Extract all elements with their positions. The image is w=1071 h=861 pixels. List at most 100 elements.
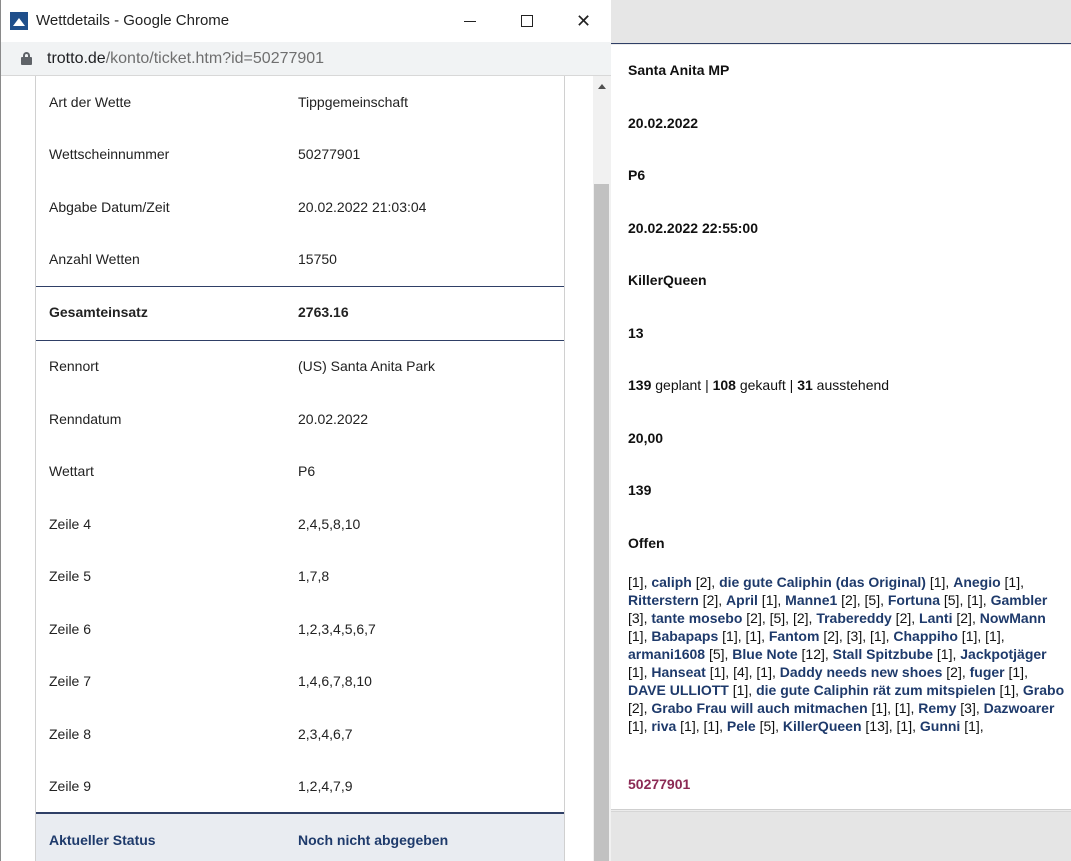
detail-row: Art der Wette Tippgemeinschaft: [36, 76, 564, 128]
bg-ticket-link[interactable]: 50277901: [628, 776, 690, 792]
member-name[interactable]: Remy: [918, 700, 956, 716]
scrollbar-thumb[interactable]: [594, 184, 609, 861]
url-host: trotto.de: [47, 50, 106, 67]
member-name[interactable]: Fortuna: [888, 592, 940, 608]
detail-value: 1,2,3,4,5,6,7: [298, 621, 376, 637]
member-name[interactable]: Pele: [727, 718, 756, 734]
section-divider: [36, 340, 564, 341]
member-name[interactable]: fuger: [970, 664, 1005, 680]
member-name[interactable]: Fantom: [769, 628, 820, 644]
status-row: Aktueller Status Noch nicht abgegeben: [36, 812, 564, 861]
detail-value: 2763.16: [298, 304, 349, 320]
member-name[interactable]: Babapaps: [651, 628, 718, 644]
detail-label: Zeile 5: [49, 568, 92, 584]
bg-share-count: 139: [628, 482, 652, 498]
member-share-count: [1], [1],: [676, 718, 727, 734]
member-share-count: [2], [5],: [837, 592, 888, 608]
member-name[interactable]: Anegio: [953, 574, 1000, 590]
detail-label: Zeile 9: [49, 778, 92, 794]
bg-date: 20.02.2022: [628, 115, 699, 131]
detail-label: Anzahl Wetten: [49, 251, 140, 267]
member-share-count: [1], [1],: [718, 628, 769, 644]
detail-row: Zeile 7 1,4,6,7,8,10: [36, 655, 564, 707]
member-share-count: [5], [1],: [939, 592, 991, 608]
detail-row: Gesamteinsatz 2763.16: [36, 286, 564, 338]
bg-shares-planned-label: geplant |: [655, 377, 709, 393]
detail-value: 20.02.2022: [298, 411, 369, 427]
member-name[interactable]: tante mosebo: [651, 610, 742, 626]
bg-participants: 13: [628, 325, 644, 341]
detail-label: Abgabe Datum/Zeit: [49, 199, 170, 215]
member-name[interactable]: die gute Caliphin (das Original): [719, 574, 926, 590]
maximize-button[interactable]: [504, 0, 549, 42]
detail-row: Zeile 5 1,7,8: [36, 550, 564, 602]
member-share-count: [5],: [755, 718, 783, 734]
member-name[interactable]: Jackpotjäger: [960, 646, 1046, 662]
member-name[interactable]: Blue Note: [732, 646, 797, 662]
member-name[interactable]: DAVE ULLIOTT: [628, 682, 729, 698]
member-name[interactable]: NowMann: [980, 610, 1046, 626]
close-icon: ✕: [575, 10, 592, 31]
member-name[interactable]: April: [726, 592, 758, 608]
detail-value: 1,2,4,7,9: [298, 778, 353, 794]
vertical-scrollbar[interactable]: [593, 76, 611, 861]
member-share-count: [1],: [960, 718, 984, 734]
address-bar[interactable]: trotto.de/konto/ticket.htm?id=50277901: [1, 42, 611, 76]
scroll-up-arrow-icon[interactable]: [598, 84, 606, 89]
detail-value: 50277901: [298, 146, 361, 162]
detail-value: 1,4,6,7,8,10: [298, 673, 372, 689]
bg-member-list: [1], caliph [2], die gute Caliphin (das …: [628, 573, 1066, 735]
detail-label: Art der Wette: [49, 94, 132, 110]
member-name[interactable]: Trabereddy: [816, 610, 891, 626]
detail-value: 15750: [298, 251, 337, 267]
member-share-count: [1],: [1004, 664, 1032, 680]
member-name[interactable]: Grabo Frau will auch mitmachen: [651, 700, 867, 716]
member-share-count: [1],: [728, 682, 757, 698]
member-name[interactable]: armani1608: [628, 646, 705, 662]
lock-icon[interactable]: [21, 52, 32, 65]
member-name[interactable]: Ritterstern: [628, 592, 699, 608]
trotto-app-icon: [10, 12, 28, 30]
bg-organizer: KillerQueen: [628, 272, 707, 288]
member-name[interactable]: Stall Spitzbube: [833, 646, 933, 662]
member-share-count: [1], [1],: [867, 700, 919, 716]
detail-label: Gesamteinsatz: [49, 304, 148, 320]
member-name[interactable]: Chappiho: [893, 628, 958, 644]
detail-value: Tippgemeinschaft: [298, 94, 408, 110]
url-text[interactable]: trotto.de/konto/ticket.htm?id=50277901: [47, 50, 324, 68]
bg-bet-type: P6: [628, 167, 646, 183]
member-share-count: [1],: [1000, 574, 1028, 590]
title-bar[interactable]: Wettdetails - Google Chrome ✕: [1, 0, 611, 42]
member-name[interactable]: Lanti: [919, 610, 952, 626]
detail-label: Zeile 6: [49, 621, 92, 637]
member-name[interactable]: die gute Caliphin rät zum mitspielen: [756, 682, 996, 698]
bg-shares: 139 geplant | 108 gekauft | 31 ausstehen…: [628, 377, 889, 393]
member-name[interactable]: Gunni: [920, 718, 960, 734]
member-share-count: [3],: [956, 700, 984, 716]
detail-label: Renndatum: [49, 411, 122, 427]
detail-label: Zeile 7: [49, 673, 92, 689]
member-name[interactable]: Dazwoarer: [984, 700, 1055, 716]
bg-share-price: 20,00: [628, 430, 664, 446]
detail-label: Wettart: [49, 463, 94, 479]
member-share-count: [1], [1],: [957, 628, 1009, 644]
minimize-button[interactable]: [447, 0, 492, 42]
member-name[interactable]: riva: [651, 718, 676, 734]
bg-shares-pending: 31: [797, 377, 813, 393]
ticket-details-table: Art der Wette Tippgemeinschaft Wettscheinn…: [35, 76, 565, 861]
member-name[interactable]: Daddy needs new shoes: [780, 664, 943, 680]
close-button[interactable]: ✕: [561, 0, 606, 42]
member-name[interactable]: Manne1: [785, 592, 837, 608]
member-name[interactable]: caliph: [651, 574, 691, 590]
detail-label: Zeile 8: [49, 726, 92, 742]
member-name[interactable]: KillerQueen: [783, 718, 862, 734]
bg-state: Offen: [628, 535, 665, 551]
member-name[interactable]: Hanseat: [651, 664, 705, 680]
member-share-count: [1],: [757, 592, 786, 608]
member-name[interactable]: Grabo: [1023, 682, 1064, 698]
member-share-count: [13], [1],: [861, 718, 920, 734]
ticket-details-content: Art der Wette Tippgemeinschaft Wettscheinn…: [1, 76, 593, 861]
bg-shares-bought: 108: [712, 377, 736, 393]
status-label: Aktueller Status: [49, 832, 156, 848]
member-name[interactable]: Gambler: [991, 592, 1048, 608]
